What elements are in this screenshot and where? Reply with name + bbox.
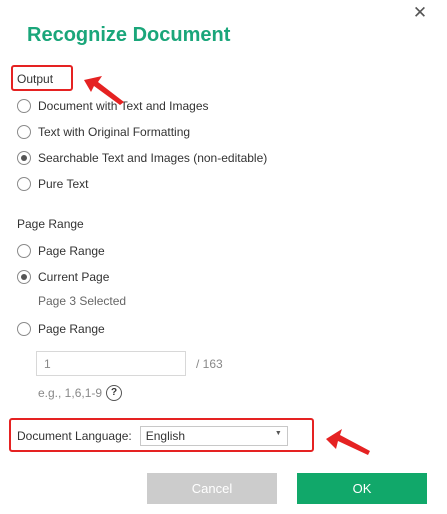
help-icon[interactable]: ? xyxy=(106,385,123,401)
page-range-option-custom[interactable]: Page Range xyxy=(17,320,105,338)
output-option-original-formatting[interactable]: Text with Original Formatting xyxy=(17,123,190,141)
radio-icon[interactable] xyxy=(17,177,31,191)
radio-label: Pure Text xyxy=(38,177,89,191)
radio-icon[interactable] xyxy=(17,322,31,336)
radio-label: Searchable Text and Images (non-editable… xyxy=(38,151,268,165)
radio-icon[interactable] xyxy=(17,125,31,139)
page-range-input[interactable]: 1 xyxy=(36,351,186,376)
radio-label: Text with Original Formatting xyxy=(38,125,191,139)
page-range-label: Page Range xyxy=(17,217,84,231)
page-total: / 163 xyxy=(196,357,223,371)
language-highlight-box xyxy=(9,418,314,452)
arrow-pointer-icon xyxy=(326,429,370,455)
page-range-option-current[interactable]: Current Page xyxy=(17,268,109,286)
output-option-pure-text[interactable]: Pure Text xyxy=(17,175,88,193)
radio-icon[interactable] xyxy=(17,99,31,113)
output-option-searchable[interactable]: Searchable Text and Images (non-editable… xyxy=(17,149,267,167)
radio-label: Page Range xyxy=(38,322,105,336)
current-page-hint: Page 3 Selected xyxy=(38,294,127,308)
radio-checked-icon[interactable] xyxy=(17,270,31,284)
page-range-option-all[interactable]: Page Range xyxy=(17,242,105,260)
radio-label: Page Range xyxy=(38,244,105,258)
dialog-title: Recognize Document xyxy=(27,24,231,46)
radio-checked-icon[interactable] xyxy=(17,151,31,165)
recognize-document-dialog: Recognize Document ✕ Output Document wit… xyxy=(0,0,447,514)
close-icon[interactable]: ✕ xyxy=(411,4,429,22)
output-highlight-box xyxy=(11,65,73,91)
radio-label: Current Page xyxy=(38,270,110,284)
cancel-button[interactable]: Cancel xyxy=(147,473,277,504)
example-text: e.g., 1,6,1-9 xyxy=(38,386,103,400)
arrow-pointer-icon xyxy=(84,76,124,105)
radio-icon[interactable] xyxy=(17,244,31,258)
page-range-example: e.g., 1,6,1-9 ? xyxy=(38,385,123,401)
ok-button[interactable]: OK xyxy=(297,473,427,504)
